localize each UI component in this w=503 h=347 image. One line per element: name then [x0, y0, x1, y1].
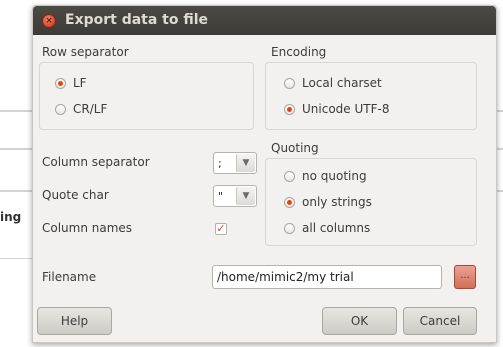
cancel-button[interactable]: Cancel [403, 307, 477, 335]
radio-lf-label: LF [73, 76, 87, 90]
encoding-heading: Encoding [271, 45, 327, 59]
radio-row-lf[interactable]: LF [55, 76, 87, 90]
radio-local-charset[interactable] [284, 77, 295, 89]
radio-row-utf8[interactable]: Unicode UTF-8 [284, 102, 389, 116]
quoting-heading: Quoting [271, 141, 319, 155]
radio-crlf-label: CR/LF [73, 102, 108, 116]
column-separator-value: ; [218, 156, 222, 170]
dialog-titlebar[interactable]: × Export data to file [33, 6, 496, 35]
radio-crlf[interactable] [55, 103, 66, 115]
radio-only-strings-label: only strings [302, 195, 372, 209]
dialog-title: Export data to file [65, 12, 209, 28]
radio-row-only-strings[interactable]: only strings [284, 195, 372, 209]
radio-local-charset-label: Local charset [302, 76, 382, 90]
check-icon: ✓ [216, 222, 226, 235]
radio-no-quoting[interactable] [284, 170, 295, 182]
chevron-down-icon[interactable]: ▼ [236, 187, 255, 205]
browse-button[interactable]: ... [454, 265, 476, 289]
column-separator-select[interactable]: ; ▼ [213, 152, 257, 174]
column-names-checkbox[interactable]: ✓ [215, 223, 227, 235]
filename-label: Filename [42, 270, 97, 284]
encoding-frame [265, 62, 477, 130]
radio-utf8-label: Unicode UTF-8 [302, 102, 390, 116]
export-dialog: × Export data to file Row separator LF C… [32, 5, 497, 343]
background-text: ing [0, 210, 22, 224]
row-separator-heading: Row separator [42, 45, 129, 59]
radio-only-strings[interactable] [284, 196, 295, 208]
radio-row-no-quoting[interactable]: no quoting [284, 169, 367, 183]
radio-no-quoting-label: no quoting [302, 169, 367, 183]
quote-char-value: " [218, 189, 224, 203]
quote-char-select[interactable]: " ▼ [213, 185, 257, 207]
background-divider [0, 258, 32, 259]
radio-all-columns[interactable] [284, 222, 295, 234]
radio-all-columns-label: all columns [302, 221, 371, 235]
radio-row-all-columns[interactable]: all columns [284, 221, 370, 235]
filename-input[interactable] [212, 265, 442, 289]
radio-utf8[interactable] [284, 103, 295, 115]
column-separator-label: Column separator [42, 155, 150, 169]
radio-row-crlf[interactable]: CR/LF [55, 102, 107, 116]
chevron-down-icon[interactable]: ▼ [236, 154, 255, 172]
column-names-label: Column names [42, 221, 133, 235]
row-separator-frame [39, 62, 254, 130]
radio-row-local-charset[interactable]: Local charset [284, 76, 382, 90]
ok-button[interactable]: OK [322, 307, 397, 335]
quote-char-label: Quote char [42, 188, 109, 202]
radio-lf[interactable] [55, 77, 66, 89]
help-button[interactable]: Help [37, 307, 112, 335]
close-icon[interactable]: × [42, 14, 56, 28]
